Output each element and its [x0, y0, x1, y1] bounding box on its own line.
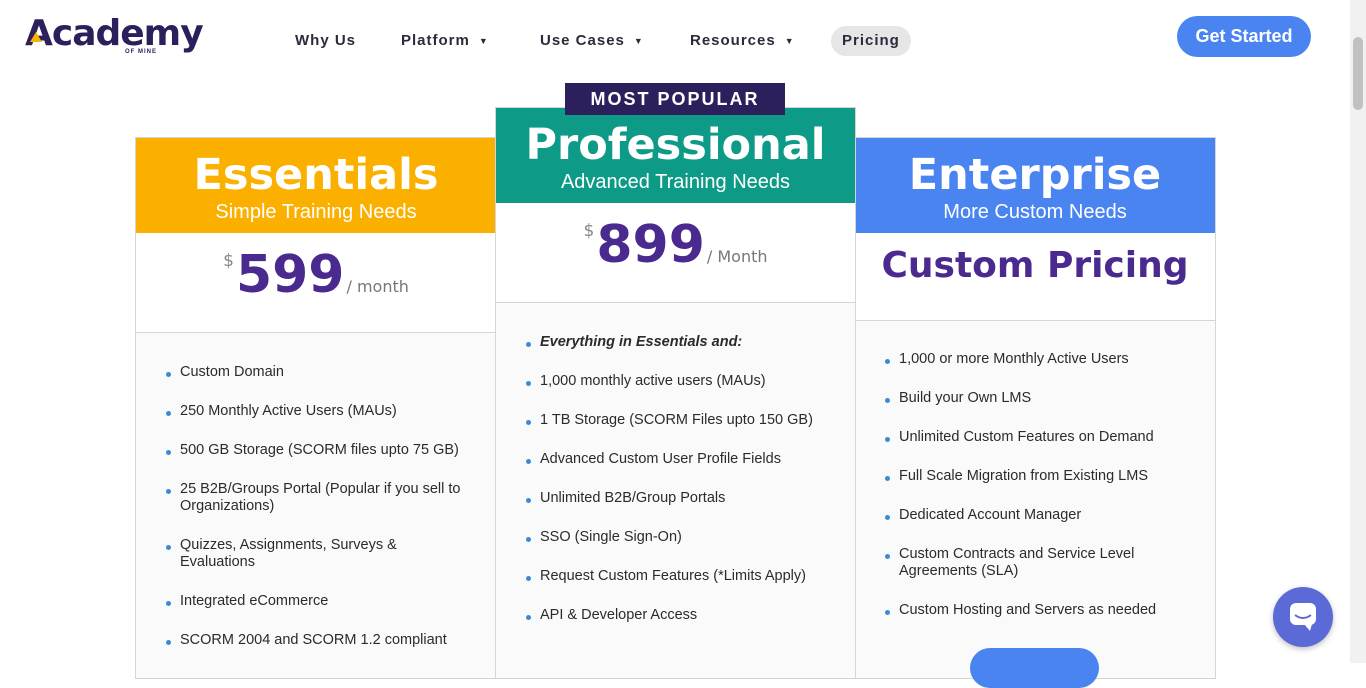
nav-label: Platform	[401, 32, 470, 49]
feature-item: 500 GB Storage (SCORM files upto 75 GB)	[136, 442, 496, 459]
feature-item: 1,000 monthly active users (MAUs)	[496, 373, 855, 390]
feature-item: Request Custom Features (*Limits Apply)	[496, 568, 855, 585]
feature-list: Everything in Essentials and: 1,000 mont…	[496, 334, 855, 646]
logo-spark-icon	[30, 32, 42, 42]
nav-label: Use Cases	[540, 32, 625, 49]
feature-item: Integrated eCommerce	[136, 593, 496, 610]
academy-of-mine-logo[interactable]: Academy OF MINE	[25, 14, 204, 58]
plan-price: $599/ month	[223, 245, 409, 305]
feature-item: Everything in Essentials and:	[496, 334, 855, 351]
feature-item: Custom Domain	[136, 364, 496, 381]
feature-item: Advanced Custom User Profile Fields	[496, 451, 855, 468]
feature-item: Build your Own LMS	[855, 390, 1215, 407]
most-popular-badge: MOST POPULAR	[565, 83, 785, 115]
price-amount: 899	[596, 215, 705, 275]
plan-title: Essentials	[193, 150, 439, 200]
nav-label: Why Us	[295, 32, 357, 49]
currency-symbol: $	[223, 251, 234, 271]
plan-card-professional: Professional Advanced Training Needs $89…	[495, 107, 856, 679]
scrollbar-thumb[interactable]	[1353, 37, 1363, 110]
site-header: Academy OF MINE Why Us Platform ▼ Use Cas…	[0, 0, 1350, 80]
feature-item: API & Developer Access	[496, 607, 855, 624]
nav-item-platform[interactable]: Platform ▼	[401, 26, 489, 56]
price-box: Custom Pricing	[855, 233, 1215, 321]
feature-item: Custom Hosting and Servers as needed	[855, 602, 1215, 619]
plan-title: Professional	[525, 120, 826, 170]
plan-subtitle: Simple Training Needs	[215, 201, 417, 223]
price-period: / Month	[706, 247, 768, 266]
caret-down-icon: ▼	[633, 36, 644, 46]
caret-down-icon: ▼	[784, 36, 795, 46]
logo-subtext: OF MINE	[125, 49, 157, 55]
talk-to-us-button[interactable]	[970, 648, 1099, 688]
chat-widget-button[interactable]	[1273, 587, 1333, 647]
price-box: $899/ Month	[496, 203, 855, 303]
feature-item: Full Scale Migration from Existing LMS	[855, 468, 1215, 485]
feature-list: 1,000 or more Monthly Active Users Build…	[855, 351, 1215, 641]
feature-item: SCORM 2004 and SCORM 1.2 compliant	[136, 632, 496, 649]
price-amount: 599	[235, 245, 345, 305]
feature-item: 1 TB Storage (SCORM Files upto 150 GB)	[496, 412, 855, 429]
custom-pricing-label: Custom Pricing	[881, 245, 1189, 286]
plan-title: Enterprise	[908, 150, 1162, 200]
chat-bubble-icon	[1290, 603, 1316, 631]
plan-header-professional: Professional Advanced Training Needs	[496, 108, 855, 203]
plan-card-enterprise: Enterprise More Custom Needs Custom Pric…	[854, 137, 1216, 679]
logo-wordmark: Academy	[25, 13, 204, 54]
nav-label: Resources	[690, 32, 776, 49]
feature-list: Custom Domain 250 Monthly Active Users (…	[136, 364, 496, 671]
feature-item: Unlimited Custom Features on Demand	[855, 429, 1215, 446]
feature-item: SSO (Single Sign-On)	[496, 529, 855, 546]
nav-item-use-cases[interactable]: Use Cases ▼	[540, 26, 644, 56]
plan-header-essentials: Essentials Simple Training Needs	[136, 138, 496, 233]
feature-item: 1,000 or more Monthly Active Users	[855, 351, 1215, 368]
feature-item: Custom Contracts and Service Level Agree…	[855, 546, 1215, 580]
price-period: / month	[346, 277, 409, 296]
caret-down-icon: ▼	[478, 36, 489, 46]
plan-card-essentials: Essentials Simple Training Needs $599/ m…	[135, 137, 497, 679]
plan-subtitle: More Custom Needs	[943, 201, 1127, 223]
feature-item: Dedicated Account Manager	[855, 507, 1215, 524]
price-box: $599/ month	[136, 233, 496, 333]
feature-item: 250 Monthly Active Users (MAUs)	[136, 403, 496, 420]
feature-item: 25 B2B/Groups Portal (Popular if you sel…	[136, 481, 496, 515]
plan-header-enterprise: Enterprise More Custom Needs	[855, 138, 1215, 233]
currency-symbol: $	[583, 221, 595, 241]
plan-price: $899/ Month	[584, 215, 768, 275]
nav-label: Pricing	[842, 32, 900, 49]
page-scrollbar[interactable]	[1350, 0, 1366, 663]
feature-item: Unlimited B2B/Group Portals	[496, 490, 855, 507]
plan-subtitle: Advanced Training Needs	[560, 171, 791, 193]
nav-item-pricing[interactable]: Pricing	[831, 26, 911, 56]
get-started-button[interactable]: Get Started	[1177, 16, 1311, 57]
nav-item-resources[interactable]: Resources ▼	[690, 26, 795, 56]
nav-item-why-us[interactable]: Why Us	[295, 26, 356, 56]
feature-item: Quizzes, Assignments, Surveys & Evaluati…	[136, 537, 496, 571]
